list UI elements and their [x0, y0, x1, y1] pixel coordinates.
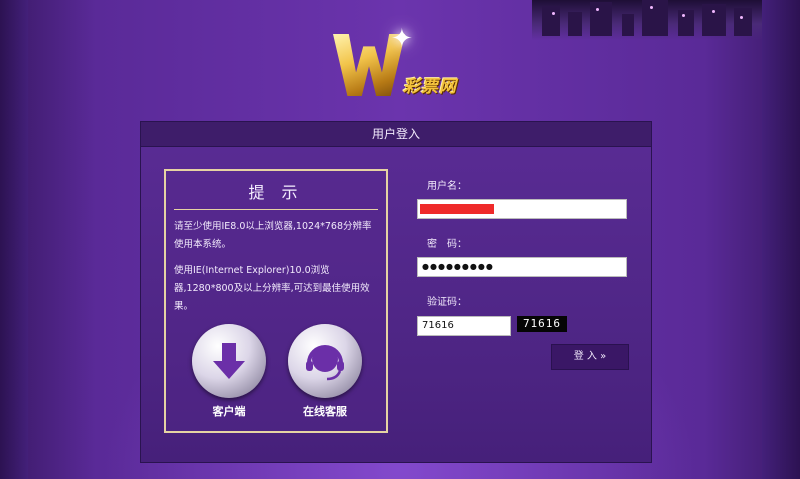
captcha-label: 验证码：: [427, 297, 467, 308]
logo-text: 彩票网: [403, 77, 457, 97]
panel-title: 用户登入: [141, 122, 651, 147]
login-button[interactable]: 登 入 »: [551, 344, 629, 370]
redacted-username: [420, 204, 494, 214]
tips-title: 提 示: [248, 183, 304, 202]
online-service-button[interactable]: [288, 324, 362, 398]
left-decor: [0, 0, 28, 479]
password-label: 密 码：: [427, 239, 467, 250]
sparkle-icon: ✦: [391, 24, 413, 54]
username-input[interactable]: [417, 199, 627, 219]
tips-text-1: 请至少使用IE8.0以上浏览器,1024*768分辨率使用本系统。: [174, 221, 372, 250]
site-logo: ✦ 彩票网: [333, 24, 473, 104]
client-download-button[interactable]: [192, 324, 266, 398]
login-panel: 用户登入 提 示 请至少使用IE8.0以上浏览器,1024*768分辨率使用本系…: [140, 121, 652, 463]
tips-divider: [174, 209, 378, 210]
download-arrow-icon: [213, 343, 245, 379]
city-banner: [532, 0, 762, 40]
captcha-input[interactable]: 71616: [417, 316, 511, 336]
captcha-image[interactable]: 71616: [517, 316, 567, 332]
username-label: 用户名：: [427, 181, 467, 192]
online-service-label[interactable]: 在线客服: [280, 403, 370, 419]
client-label[interactable]: 客户端: [184, 403, 274, 419]
password-input[interactable]: ●●●●●●●●●: [417, 257, 627, 277]
headset-icon: [306, 345, 344, 381]
tips-box: 提 示 请至少使用IE8.0以上浏览器,1024*768分辨率使用本系统。 使用…: [164, 169, 388, 433]
right-decor: [762, 0, 800, 479]
tips-text-2: 使用IE(Internet Explorer)10.0浏览器,1280*800及…: [174, 265, 370, 312]
